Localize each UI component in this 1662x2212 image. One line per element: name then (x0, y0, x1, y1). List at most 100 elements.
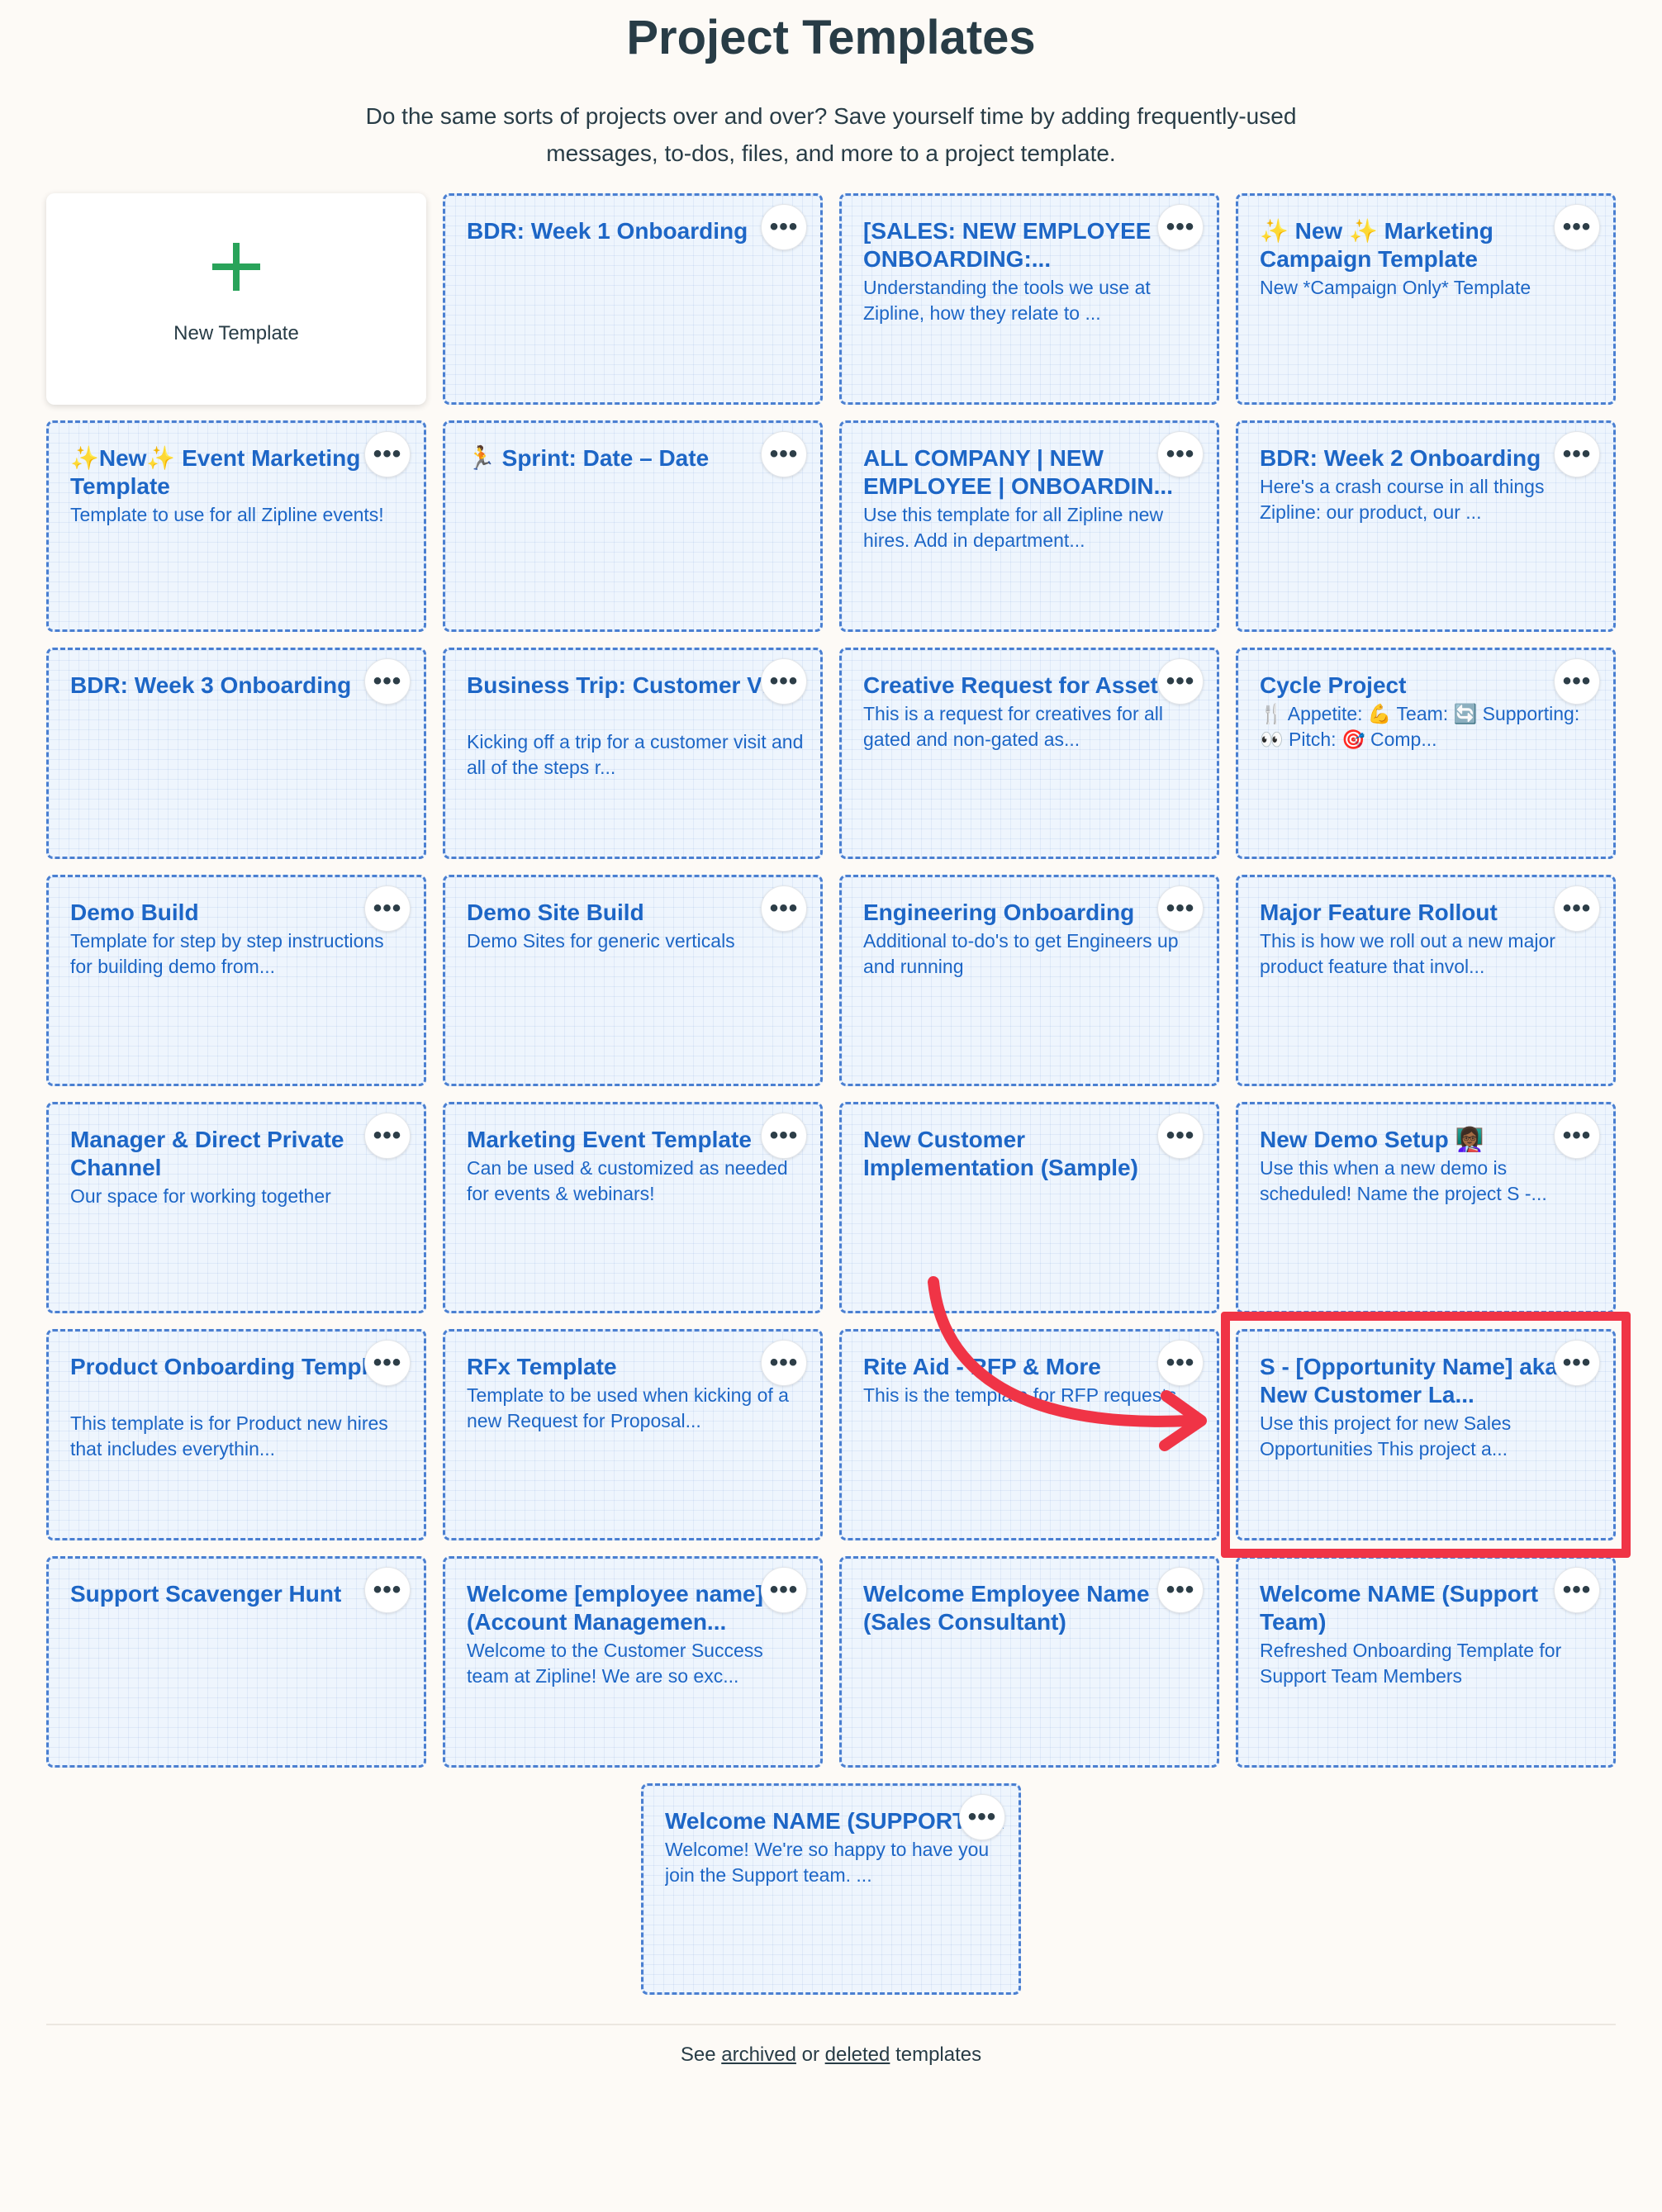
template-card[interactable]: Creative Request for Asset This is a req… (839, 648, 1219, 859)
template-title: Marketing Event Template (467, 1127, 752, 1152)
template-card[interactable]: Welcome Employee Name (Sales Consultant)… (839, 1556, 1219, 1768)
template-card[interactable]: Business Trip: Customer Visit Kicking of… (443, 648, 823, 859)
template-card[interactable]: Rite Aid - RFP & More This is the templa… (839, 1329, 1219, 1540)
footer-or: or (801, 2043, 819, 2066)
more-options-icon[interactable]: ••• (959, 1794, 1005, 1840)
template-card[interactable]: [SALES: NEW EMPLOYEE ONBOARDING:... Unde… (839, 193, 1219, 405)
template-title: New Demo Setup 👩🏾‍🏫 (1260, 1127, 1484, 1152)
template-description: Template to use for all Zipline events! (70, 504, 384, 525)
template-description: Understanding the tools we use at Ziplin… (863, 277, 1151, 324)
template-card[interactable]: Major Feature Rollout This is how we rol… (1236, 875, 1616, 1086)
deleted-templates-link[interactable]: deleted (825, 2043, 890, 2066)
template-card[interactable]: Manager & Direct Private Channel Our spa… (46, 1102, 426, 1313)
more-options-icon[interactable]: ••• (761, 1340, 807, 1386)
template-description: This is how we roll out a new major prod… (1260, 930, 1555, 977)
more-options-icon[interactable]: ••• (1554, 885, 1600, 932)
more-options-icon[interactable]: ••• (1157, 885, 1204, 932)
archived-templates-link[interactable]: archived (721, 2043, 796, 2066)
more-options-icon[interactable]: ••• (1157, 1567, 1204, 1613)
template-title: Welcome NAME (SUPPORT TEAM) (665, 1808, 1004, 1834)
more-options-icon[interactable]: ••• (1157, 431, 1204, 477)
template-title: S - [Opportunity Name] aka New Customer … (1260, 1354, 1558, 1407)
more-options-icon[interactable]: ••• (1554, 431, 1600, 477)
template-description: This is the template for RFP requests (863, 1384, 1177, 1406)
template-card[interactable]: Cycle Project 🍴 Appetite: 💪 Team: 🔄 Supp… (1236, 648, 1616, 859)
more-options-icon[interactable]: ••• (364, 885, 411, 932)
template-title: Support Scavenger Hunt (70, 1581, 342, 1607)
template-card[interactable]: Welcome NAME (SUPPORT TEAM) Welcome! We'… (641, 1783, 1021, 1995)
footer: See archived or deleted templates (0, 2043, 1662, 2067)
more-options-icon[interactable]: ••• (1554, 658, 1600, 705)
template-grid: BDR: Week 1 Onboarding ••• [SALES: NEW E… (0, 0, 1662, 2065)
template-title: Demo Site Build (467, 900, 644, 925)
template-card[interactable]: Welcome [employee name] (Account Managem… (443, 1556, 823, 1768)
more-options-icon[interactable]: ••• (761, 1113, 807, 1159)
more-options-icon[interactable]: ••• (1554, 1567, 1600, 1613)
template-title: ✨New✨ Event Marketing Template (70, 445, 361, 499)
template-card[interactable]: Welcome NAME (Support Team) Refreshed On… (1236, 1556, 1616, 1768)
template-card[interactable]: New Customer Implementation (Sample) ••• (839, 1102, 1219, 1313)
template-title: Welcome [employee name] (Account Managem… (467, 1581, 763, 1635)
more-options-icon[interactable]: ••• (1554, 1113, 1600, 1159)
template-title: RFx Template (467, 1354, 617, 1379)
more-options-icon[interactable]: ••• (364, 1340, 411, 1386)
template-description: Template to be used when kicking of a ne… (467, 1384, 789, 1431)
more-options-icon[interactable]: ••• (364, 1113, 411, 1159)
template-title: BDR: Week 3 Onboarding (70, 672, 352, 698)
template-description: Use this project for new Sales Opportuni… (1260, 1412, 1512, 1460)
more-options-icon[interactable]: ••• (1157, 204, 1204, 250)
more-options-icon[interactable]: ••• (1554, 204, 1600, 250)
template-card[interactable]: BDR: Week 1 Onboarding ••• (443, 193, 823, 405)
template-card[interactable]: Demo Site Build Demo Sites for generic v… (443, 875, 823, 1086)
template-description: Our space for working together (70, 1185, 331, 1207)
template-title: Major Feature Rollout (1260, 900, 1498, 925)
template-title: New Customer Implementation (Sample) (863, 1127, 1138, 1180)
template-description: Additional to-do's to get Engineers up a… (863, 930, 1179, 977)
template-title: ✨ New ✨ Marketing Campaign Template (1260, 218, 1493, 272)
more-options-icon[interactable]: ••• (761, 1567, 807, 1613)
template-card[interactable]: ✨ New ✨ Marketing Campaign Template New … (1236, 193, 1616, 405)
template-title: Rite Aid - RFP & More (863, 1354, 1101, 1379)
template-card[interactable]: Marketing Event Template Can be used & c… (443, 1102, 823, 1313)
more-options-icon[interactable]: ••• (761, 204, 807, 250)
template-card[interactable]: BDR: Week 2 Onboarding Here's a crash co… (1236, 420, 1616, 632)
template-description: Welcome! We're so happy to have you join… (665, 1839, 990, 1886)
more-options-icon[interactable]: ••• (1157, 1113, 1204, 1159)
template-card[interactable]: RFx Template Template to be used when ki… (443, 1329, 823, 1540)
template-description: Demo Sites for generic verticals (467, 930, 735, 952)
template-title: [SALES: NEW EMPLOYEE ONBOARDING:... (863, 218, 1152, 272)
more-options-icon[interactable]: ••• (761, 658, 807, 705)
more-options-icon[interactable]: ••• (1554, 1340, 1600, 1386)
template-card[interactable]: ✨New✨ Event Marketing Template Template … (46, 420, 426, 632)
template-card[interactable]: BDR: Week 3 Onboarding ••• (46, 648, 426, 859)
template-title: Engineering Onboarding (863, 900, 1135, 925)
template-description: This template is for Product new hires t… (70, 1412, 388, 1460)
more-options-icon[interactable]: ••• (364, 1567, 411, 1613)
template-card[interactable]: Support Scavenger Hunt ••• (46, 1556, 426, 1768)
more-options-icon[interactable]: ••• (1157, 1340, 1204, 1386)
more-options-icon[interactable]: ••• (761, 885, 807, 932)
template-title: Cycle Project (1260, 672, 1407, 698)
footer-templates: templates (895, 2043, 982, 2066)
template-card[interactable]: Engineering Onboarding Additional to-do'… (839, 875, 1219, 1086)
template-card[interactable]: Demo Build Template for step by step ins… (46, 875, 426, 1086)
more-options-icon[interactable]: ••• (1157, 658, 1204, 705)
template-card-highlighted[interactable]: S - [Opportunity Name] aka New Customer … (1236, 1329, 1616, 1540)
template-description: Here's a crash course in all things Zipl… (1260, 476, 1545, 523)
footer-see: See (680, 2043, 716, 2066)
template-description: Kicking off a trip for a customer visit … (467, 731, 804, 778)
template-card[interactable]: New Demo Setup 👩🏾‍🏫 Use this when a new … (1236, 1102, 1616, 1313)
template-title: BDR: Week 1 Onboarding (467, 218, 748, 244)
template-description: New *Campaign Only* Template (1260, 277, 1531, 298)
template-description: Use this template for all Zipline new hi… (863, 504, 1164, 551)
template-description: 🍴 Appetite: 💪 Team: 🔄 Supporting: 👀 Pitc… (1260, 703, 1580, 750)
more-options-icon[interactable]: ••• (761, 431, 807, 477)
more-options-icon[interactable]: ••• (364, 431, 411, 477)
more-options-icon[interactable]: ••• (364, 658, 411, 705)
template-card[interactable]: Product Onboarding Template This templat… (46, 1329, 426, 1540)
template-card[interactable]: 🏃 Sprint: Date – Date ••• (443, 420, 823, 632)
template-card[interactable]: ALL COMPANY | NEW EMPLOYEE | ONBOARDIN..… (839, 420, 1219, 632)
template-description: Refreshed Onboarding Template for Suppor… (1260, 1640, 1562, 1687)
template-title: Manager & Direct Private Channel (70, 1127, 344, 1180)
template-description: This is a request for creatives for all … (863, 703, 1164, 750)
